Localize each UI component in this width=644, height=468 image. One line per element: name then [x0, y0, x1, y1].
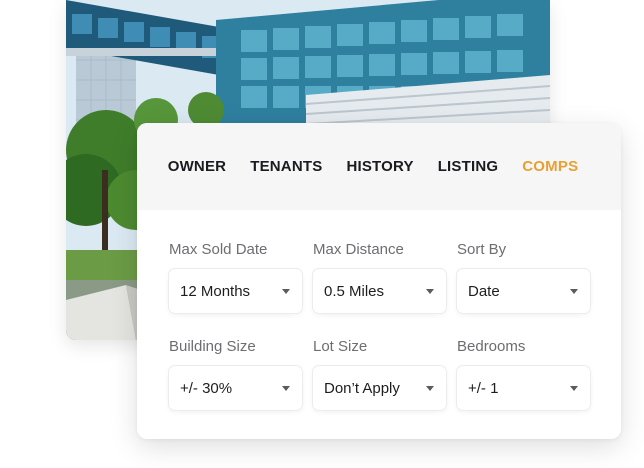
field-label: Building Size	[169, 338, 256, 355]
chevron-down-icon	[426, 385, 434, 391]
field-label: Max Distance	[313, 241, 404, 258]
select-value: Date	[468, 282, 500, 300]
select-value: 12 Months	[180, 282, 251, 300]
sort-by-select[interactable]: Date	[457, 269, 590, 313]
select-value: Don’t Apply	[324, 379, 400, 397]
chevron-down-icon	[282, 385, 290, 391]
property-filter-card: OWNER TENANTS HISTORY LISTING COMPS Max …	[137, 123, 621, 439]
field-label: Max Sold Date	[169, 241, 268, 258]
filter-lot-size: Lot Size Don’t Apply	[313, 338, 446, 435]
tab-bar: OWNER TENANTS HISTORY LISTING COMPS	[137, 123, 621, 210]
filter-max-distance: Max Distance 0.5 Miles	[313, 241, 446, 338]
field-label: Lot Size	[313, 338, 368, 355]
tab-owner[interactable]: OWNER	[168, 158, 227, 175]
filter-building-size: Building Size +/- 30%	[169, 338, 302, 435]
chevron-down-icon	[570, 385, 578, 391]
max-sold-date-select[interactable]: 12 Months	[169, 269, 302, 313]
bedrooms-select[interactable]: +/- 1	[457, 366, 590, 410]
tab-listing[interactable]: LISTING	[438, 158, 499, 175]
filter-bedrooms: Bedrooms +/- 1	[457, 338, 590, 435]
select-value: +/- 1	[468, 379, 499, 397]
chevron-down-icon	[570, 288, 578, 294]
field-label: Bedrooms	[457, 338, 526, 355]
tab-tenants[interactable]: TENANTS	[250, 158, 322, 175]
tab-history[interactable]: HISTORY	[346, 158, 413, 175]
chevron-down-icon	[426, 288, 434, 294]
select-value: +/- 30%	[180, 379, 233, 397]
chevron-down-icon	[282, 288, 290, 294]
select-value: 0.5 Miles	[324, 282, 385, 300]
lot-size-select[interactable]: Don’t Apply	[313, 366, 446, 410]
field-label: Sort By	[457, 241, 507, 258]
max-distance-select[interactable]: 0.5 Miles	[313, 269, 446, 313]
filter-max-sold-date: Max Sold Date 12 Months	[169, 241, 302, 338]
filter-grid: Max Sold Date 12 Months Max Distance 0.5…	[169, 241, 590, 435]
tab-comps[interactable]: COMPS	[522, 158, 578, 175]
filter-sort-by: Sort By Date	[457, 241, 590, 338]
building-size-select[interactable]: +/- 30%	[169, 366, 302, 410]
